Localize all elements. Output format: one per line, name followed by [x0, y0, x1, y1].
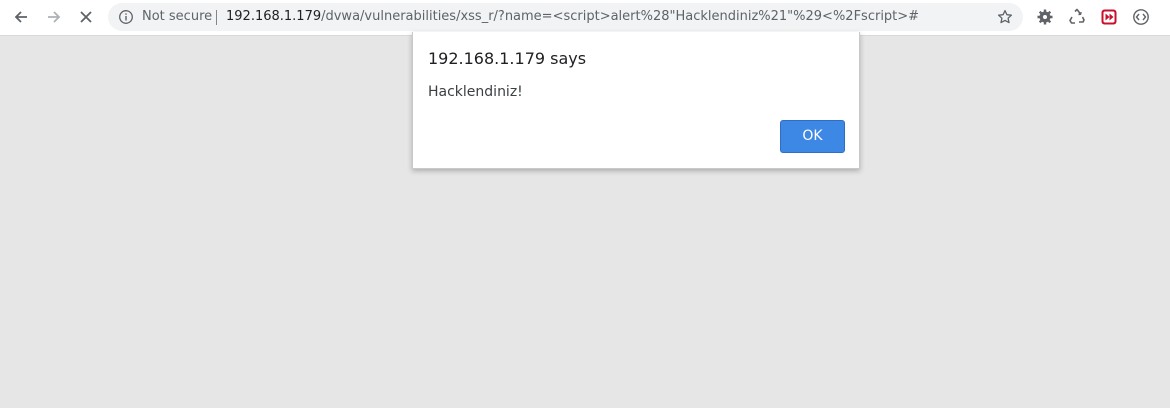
forward-button[interactable] [42, 5, 66, 29]
info-icon[interactable] [118, 9, 134, 25]
omnibox-divider [216, 10, 217, 25]
extension-code-button[interactable] [1131, 7, 1151, 27]
alert-dialog: 192.168.1.179 says Hacklendiniz! OK [412, 32, 860, 169]
extension-recycle-button[interactable] [1067, 7, 1087, 27]
extension-media-button[interactable] [1099, 7, 1119, 27]
address-bar[interactable]: Not secure 192.168.1.179/dvwa/vulnerabil… [108, 3, 1023, 31]
browser-toolbar: Not secure 192.168.1.179/dvwa/vulnerabil… [0, 0, 1170, 36]
url-host: 192.168.1.179 [226, 9, 322, 24]
extension-gear-button[interactable] [1035, 7, 1055, 27]
media-forward-icon [1101, 9, 1117, 25]
bookmark-button[interactable] [995, 7, 1015, 27]
star-icon [997, 9, 1013, 24]
forward-arrow-icon [48, 11, 61, 23]
ok-button[interactable]: OK [780, 120, 845, 153]
url-path: /dvwa/vulnerabilities/xss_r/?name=<scrip… [321, 9, 920, 24]
dialog-message: Hacklendiniz! [428, 84, 523, 100]
stop-button[interactable] [74, 5, 98, 29]
security-status[interactable]: Not secure [142, 3, 212, 31]
url-text[interactable]: 192.168.1.179/dvwa/vulnerabilities/xss_r… [226, 3, 919, 31]
recycle-icon [1069, 8, 1085, 24]
back-arrow-icon [14, 11, 27, 23]
gear-icon [1037, 9, 1053, 25]
stop-loading-icon [80, 11, 92, 23]
code-icon [1133, 9, 1149, 25]
back-button[interactable] [9, 5, 33, 29]
dialog-title: 192.168.1.179 says [428, 49, 587, 68]
